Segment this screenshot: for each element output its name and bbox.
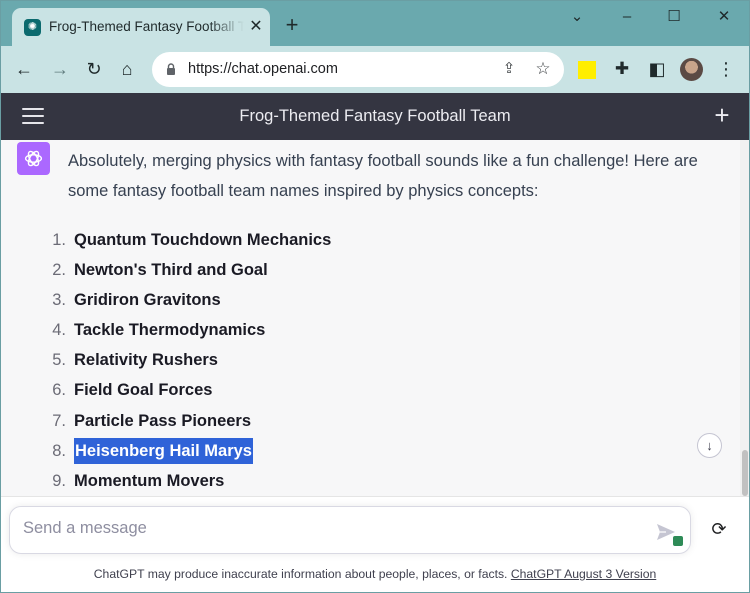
scrollbar[interactable] [740, 140, 750, 496]
message-input[interactable] [23, 519, 623, 538]
list-item-text: Gridiron Gravitons [74, 291, 221, 310]
tab-close-icon[interactable]: ✕ [246, 17, 266, 37]
selected-list-item-text: Heisenberg Hail Marys [74, 437, 253, 464]
browser-tab[interactable]: ✺ Frog-Themed Fantasy Football Team ✕ [12, 8, 270, 46]
disclaimer: ChatGPT may produce inaccurate informati… [0, 567, 750, 581]
list-item-text: Newton's Third and Goal [74, 261, 268, 280]
lock-icon [167, 63, 175, 75]
close-icon[interactable]: ✕ [709, 6, 739, 28]
maximize-icon[interactable]: ☐ [659, 6, 689, 28]
openai-logo-icon [24, 150, 43, 167]
conversation-area: Absolutely, merging physics with fantasy… [0, 140, 740, 496]
scroll-to-bottom-button[interactable]: ↓ [697, 433, 722, 458]
home-icon[interactable]: ⌂ [113, 55, 141, 83]
forward-icon[interactable]: → [46, 55, 74, 83]
list-number: 4. [52, 321, 66, 340]
page-title: Frog-Themed Fantasy Football Team [239, 107, 511, 125]
list-item-text: Tackle Thermodynamics [74, 321, 266, 340]
openai-favicon-icon: ✺ [24, 19, 41, 36]
share-icon[interactable]: ⇪ [498, 58, 520, 80]
list-item-text: Field Goal Forces [74, 381, 213, 400]
list-item-text: Relativity Rushers [74, 351, 218, 370]
extension-icon[interactable] [578, 61, 596, 79]
chevron-down-icon[interactable]: ⌄ [562, 6, 592, 28]
browser-toolbar: ← → ↻ ⌂ https://chat.openai.com ⇪ ☆ ✚ ◧ … [0, 46, 750, 93]
disclaimer-text: ChatGPT may produce inaccurate informati… [93, 567, 508, 581]
side-panel-icon[interactable]: ◧ [643, 55, 671, 83]
message-composer [9, 506, 691, 554]
more-menu-icon[interactable]: ⋮ [712, 55, 740, 83]
new-chat-button[interactable]: + [708, 102, 736, 130]
list-number: 5. [52, 351, 66, 370]
composer-area: ⟳ ChatGPT may produce inaccurate informa… [0, 496, 750, 593]
list-number: 1. [52, 231, 66, 249]
list-number: 8. [52, 441, 66, 460]
list-item-text: Momentum Movers [74, 471, 225, 490]
list-item-text: Quantum Touchdown Mechanics [74, 231, 332, 249]
scrollbar-thumb[interactable] [742, 450, 748, 496]
reload-icon[interactable]: ↻ [80, 55, 108, 83]
bookmark-star-icon[interactable]: ☆ [532, 58, 554, 80]
status-dot [673, 536, 683, 546]
list-number: 7. [52, 411, 66, 430]
minimize-icon[interactable]: – [612, 6, 642, 28]
browser-tab-strip: ✺ Frog-Themed Fantasy Football Team ✕ + … [0, 0, 750, 46]
tab-title: Frog-Themed Fantasy Football Team [49, 19, 244, 34]
url-text: https://chat.openai.com [188, 61, 338, 77]
new-tab-button[interactable]: + [280, 14, 304, 38]
list-number: 6. [52, 381, 66, 400]
list-item-text: Particle Pass Pioneers [74, 411, 252, 430]
regenerate-icon[interactable]: ⟳ [706, 516, 732, 542]
profile-avatar[interactable] [680, 58, 703, 81]
version-link[interactable]: ChatGPT August 3 Version [511, 567, 656, 581]
list-number: 9. [52, 471, 66, 490]
extensions-puzzle-icon[interactable]: ✚ [608, 55, 636, 83]
back-icon[interactable]: ← [10, 55, 38, 83]
list-number: 2. [52, 261, 66, 280]
assistant-message-intro: Absolutely, merging physics with fantasy… [68, 152, 698, 200]
address-bar[interactable]: https://chat.openai.com ⇪ ☆ [152, 52, 564, 87]
assistant-avatar [17, 142, 50, 175]
chat-header: Frog-Themed Fantasy Football Team + [0, 93, 750, 140]
list-number: 3. [52, 291, 66, 310]
